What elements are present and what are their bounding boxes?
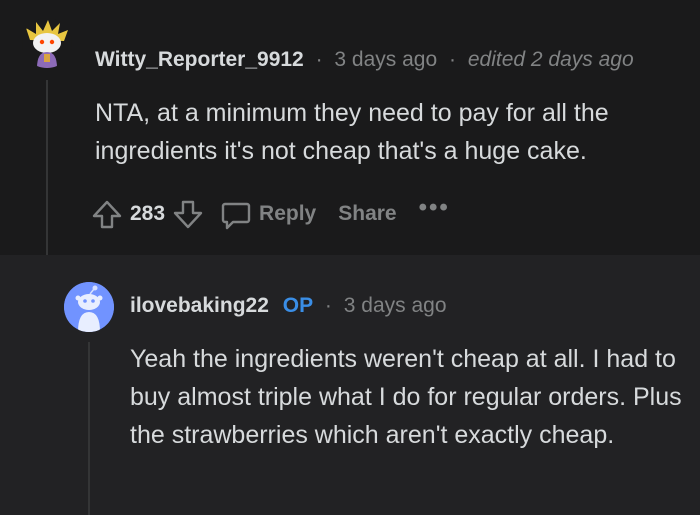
comment-meta: Witty_Reporter_9912 · 3 days ago · edite… [95, 48, 634, 72]
comment-meta: ilovebaking22 OP · 3 days ago [130, 294, 447, 318]
share-button[interactable]: Share [338, 202, 396, 226]
timestamp[interactable]: 3 days ago [334, 48, 437, 71]
author-name[interactable]: Witty_Reporter_9912 [95, 48, 304, 71]
timestamp[interactable]: 3 days ago [344, 294, 447, 317]
comment-body: NTA, at a minimum they need to pay for a… [95, 99, 609, 165]
separator: · [449, 48, 457, 71]
edited-label: edited 2 days ago [467, 48, 634, 71]
snoo-avatar-icon [26, 20, 68, 68]
vote-count: 283 [130, 202, 166, 225]
separator: · [324, 294, 332, 317]
thread-collapse-line[interactable] [46, 80, 48, 255]
thread-collapse-line[interactable] [88, 342, 90, 515]
author-name[interactable]: ilovebaking22 [130, 294, 269, 317]
comment-body: Yeah the ingredients weren't cheap at al… [130, 345, 682, 449]
upvote-icon[interactable] [90, 197, 124, 231]
default-snoo-icon [64, 282, 114, 332]
user-avatar[interactable] [64, 282, 114, 332]
comment-actions: 283 Reply Share ••• [90, 194, 450, 234]
separator: · [315, 48, 323, 71]
downvote-icon[interactable] [171, 197, 205, 231]
reply-button[interactable]: Reply [259, 202, 316, 226]
user-avatar[interactable] [22, 18, 72, 68]
op-badge: OP [282, 294, 314, 317]
comment: Witty_Reporter_9912 · 3 days ago · edite… [0, 0, 700, 255]
comment-bubble-icon[interactable] [219, 197, 253, 231]
more-options-button[interactable]: ••• [419, 194, 450, 222]
